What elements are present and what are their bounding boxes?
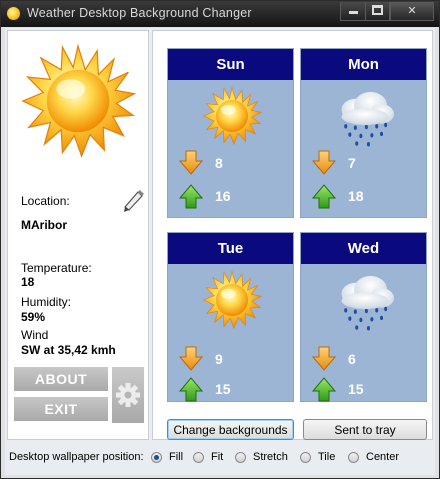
radio-fill[interactable]: [151, 452, 162, 463]
location-value: MAribor: [21, 218, 67, 232]
high-temp-arrow-icon: [311, 376, 337, 402]
radio-fit-label[interactable]: Fit: [211, 451, 223, 463]
wallpaper-position-label: Desktop wallpaper position:: [9, 451, 144, 463]
sun-icon: [196, 269, 268, 331]
forecast-card-tue: Tue 9 15: [167, 232, 294, 402]
high-temp-arrow-icon: [178, 376, 204, 402]
minimize-icon: [348, 11, 358, 14]
radio-fit[interactable]: [193, 452, 204, 463]
forecast-panel: Sun 8 16 Mon 7 18 Tue 9 15 Wed 6 15 Chan…: [152, 30, 433, 440]
sent-to-tray-button[interactable]: Sent to tray: [303, 419, 427, 440]
sun-icon: [7, 7, 20, 20]
rain-cloud-icon: [329, 85, 401, 147]
forecast-high: 15: [348, 381, 364, 397]
forecast-high: 18: [348, 188, 364, 204]
title-bar[interactable]: Weather Desktop Background Changer ✕: [1, 1, 439, 27]
radio-fill-label[interactable]: Fill: [169, 451, 183, 463]
forecast-high: 16: [215, 188, 231, 204]
low-temp-arrow-icon: [178, 150, 204, 176]
rain-cloud-icon: [329, 269, 401, 331]
settings-button[interactable]: [112, 367, 144, 423]
forecast-card-sun: Sun 8 16: [167, 48, 294, 218]
window-title: Weather Desktop Background Changer: [27, 6, 252, 20]
edit-location-icon[interactable]: [120, 187, 146, 213]
minimize-button[interactable]: [340, 2, 366, 21]
forecast-low: 9: [215, 351, 223, 367]
forecast-low: 7: [348, 155, 356, 171]
change-backgrounds-button[interactable]: Change backgrounds: [167, 419, 294, 440]
exit-button[interactable]: EXIT: [14, 397, 108, 421]
low-temp-arrow-icon: [311, 150, 337, 176]
humidity-value: 59%: [21, 310, 46, 324]
sun-icon: [18, 41, 138, 161]
temperature-label: Temperature:: [21, 261, 92, 275]
temperature-value: 18: [21, 275, 35, 289]
forecast-day: Wed: [301, 233, 426, 264]
forecast-low: 8: [215, 155, 223, 171]
current-weather-panel: Location: MAribor Temperature: 18 Humidi…: [7, 30, 149, 440]
maximize-button[interactable]: [365, 2, 390, 21]
radio-stretch-label[interactable]: Stretch: [253, 451, 288, 463]
forecast-day: Sun: [168, 49, 293, 80]
app-window: Weather Desktop Background Changer ✕ Loc…: [0, 0, 440, 479]
radio-stretch[interactable]: [235, 452, 246, 463]
forecast-low: 6: [348, 351, 356, 367]
forecast-day: Tue: [168, 233, 293, 264]
low-temp-arrow-icon: [178, 346, 204, 372]
sun-icon: [196, 85, 268, 147]
wind-value: SW at 35,42 kmh: [21, 343, 116, 357]
high-temp-arrow-icon: [178, 183, 204, 209]
low-temp-arrow-icon: [311, 346, 337, 372]
forecast-card-wed: Wed 6 15: [300, 232, 427, 402]
humidity-label: Humidity:: [21, 295, 72, 309]
forecast-high: 15: [215, 381, 231, 397]
high-temp-arrow-icon: [311, 183, 337, 209]
gear-icon: [116, 383, 140, 407]
maximize-icon: [372, 5, 383, 15]
close-icon: ✕: [407, 5, 417, 17]
location-label: Location:: [21, 194, 70, 208]
radio-center-label[interactable]: Center: [366, 451, 399, 463]
wallpaper-position-group: Desktop wallpaper position: Fill Fit Str…: [5, 446, 435, 470]
radio-center[interactable]: [348, 452, 359, 463]
wind-label: Wind: [21, 328, 49, 342]
about-button[interactable]: ABOUT: [14, 367, 108, 391]
close-button[interactable]: ✕: [390, 2, 434, 21]
client-area: Location: MAribor Temperature: 18 Humidi…: [5, 28, 435, 475]
radio-tile[interactable]: [300, 452, 311, 463]
forecast-card-mon: Mon 7 18: [300, 48, 427, 218]
radio-tile-label[interactable]: Tile: [318, 451, 335, 463]
forecast-day: Mon: [301, 49, 426, 80]
